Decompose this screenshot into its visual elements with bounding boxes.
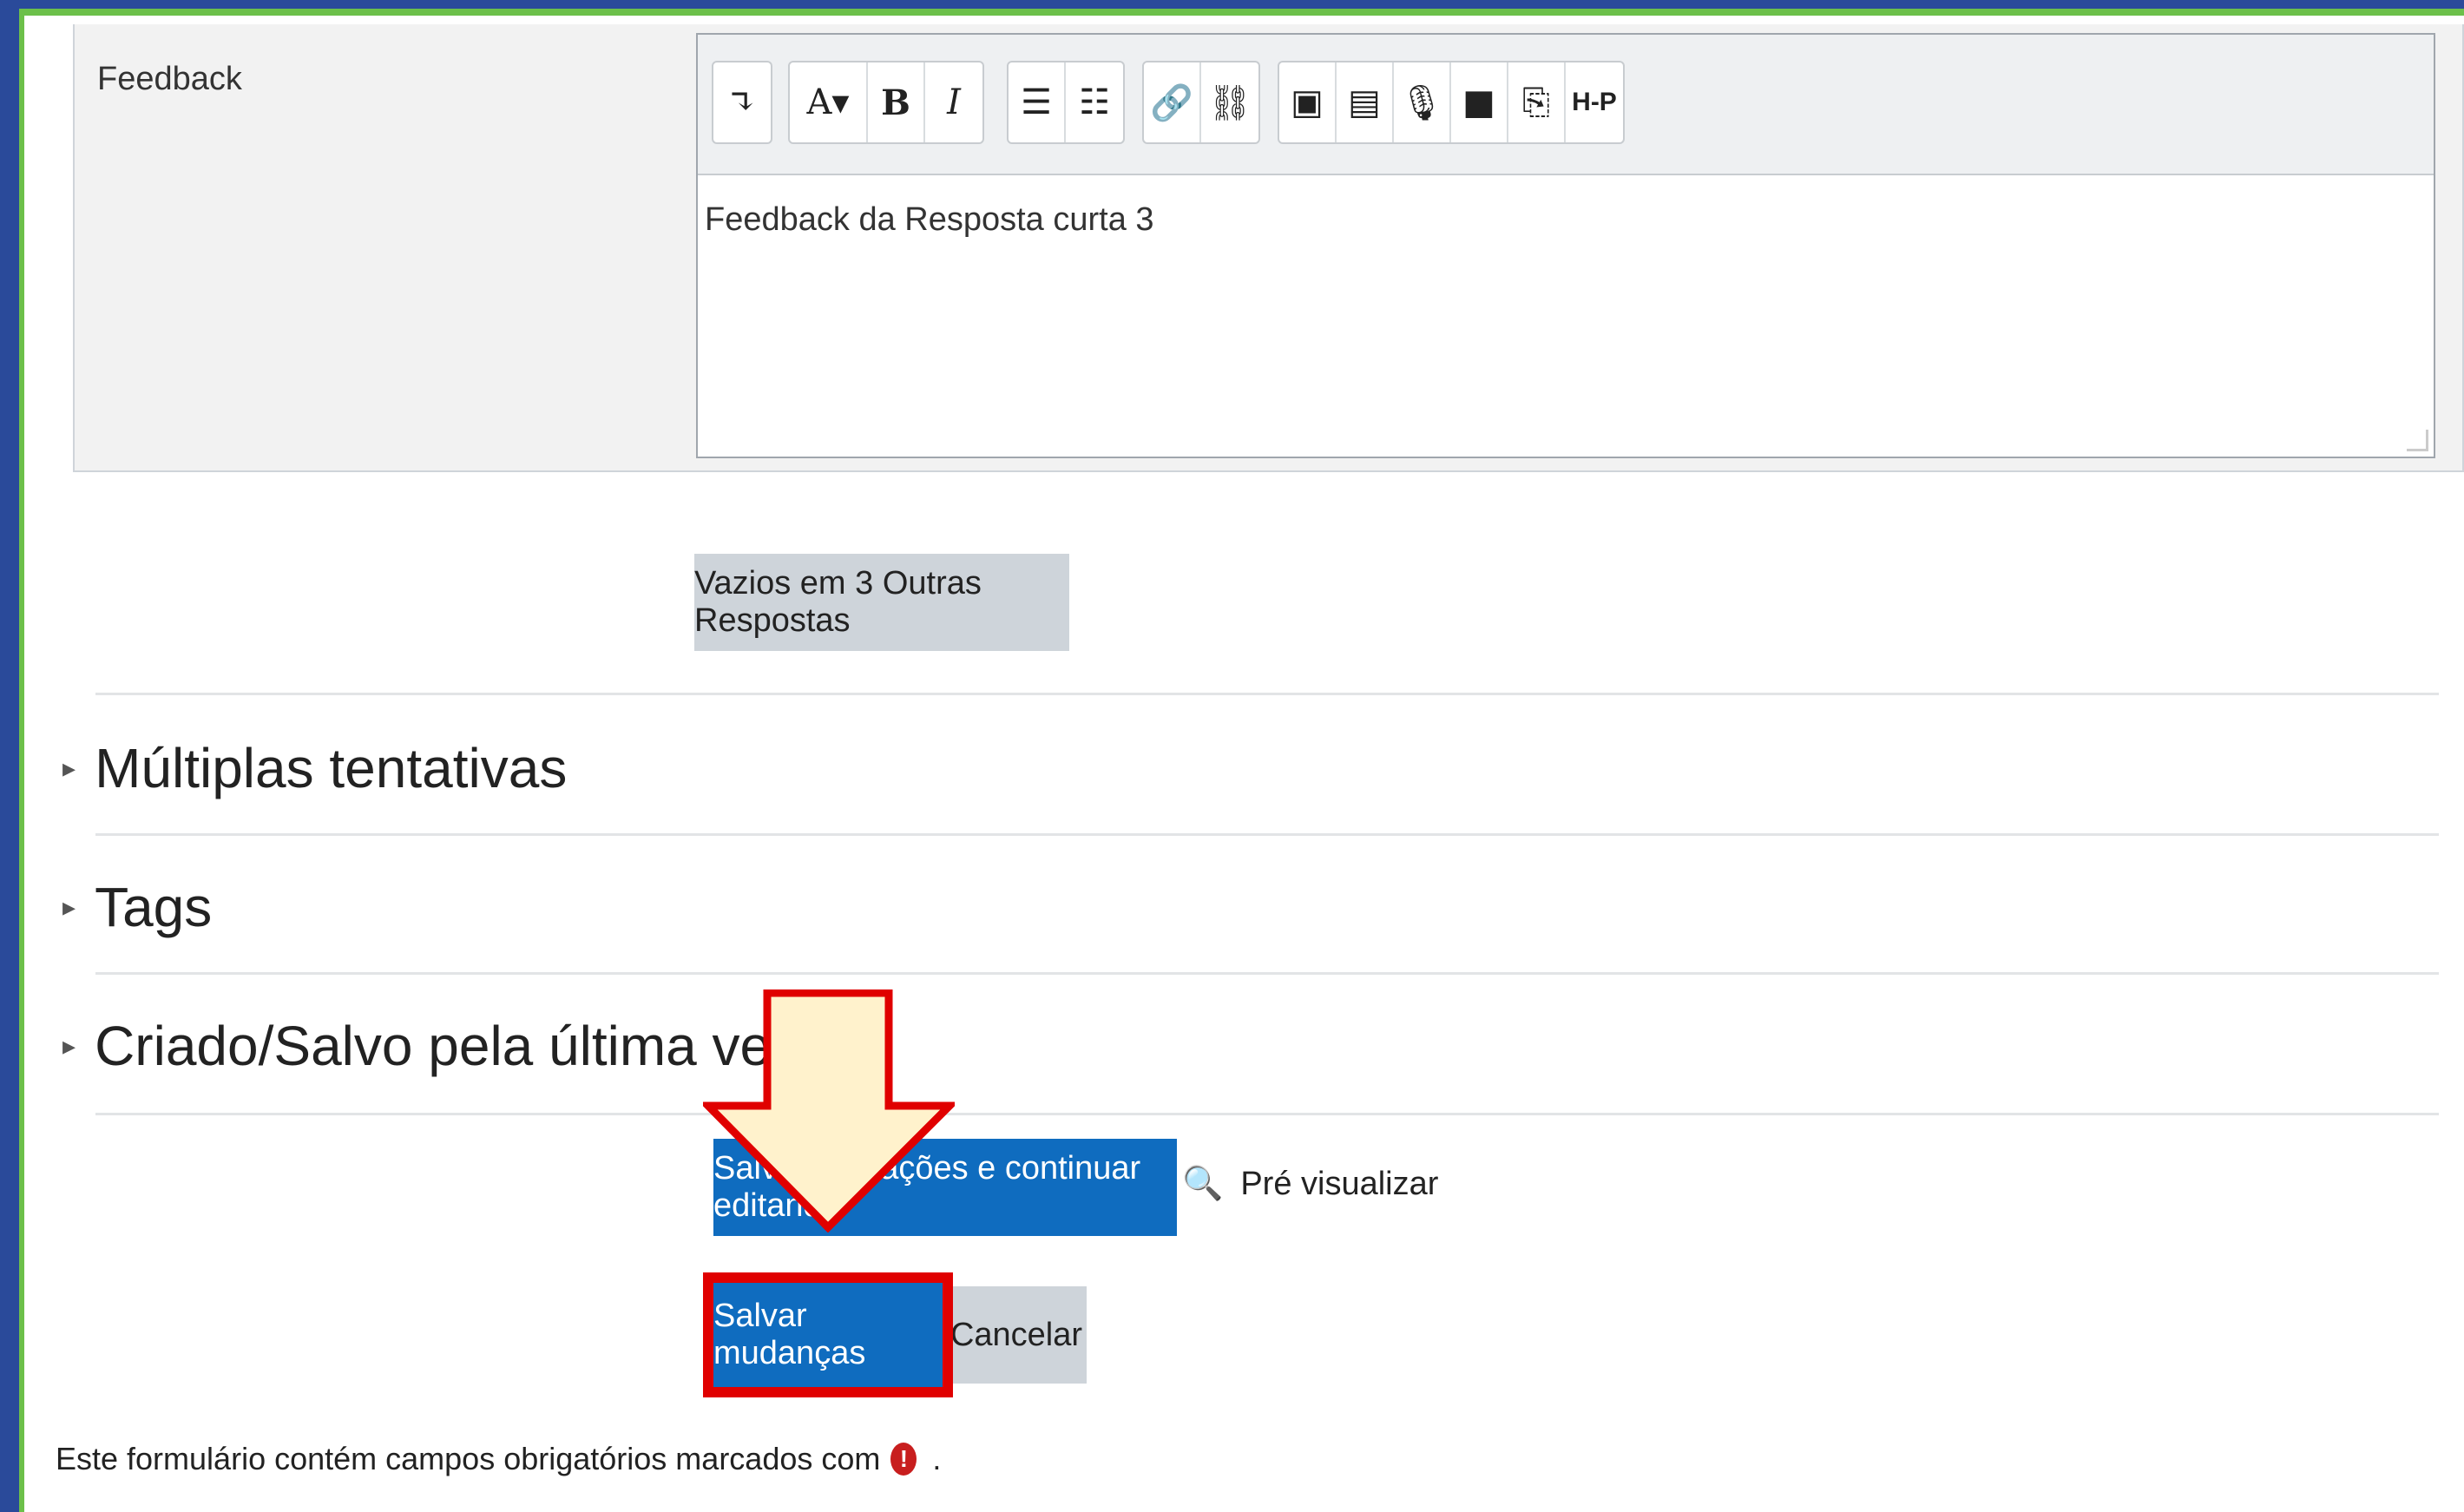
chevron-right-icon: ▸: [62, 753, 76, 783]
section-multiple-tries[interactable]: ▸ Múltiplas tentativas: [62, 736, 567, 800]
unlink-icon[interactable]: ⛓: [1201, 62, 1258, 142]
required-note: Este formulário contém campos obrigatóri…: [56, 1441, 941, 1477]
required-icon: !: [890, 1443, 917, 1476]
required-note-text: Este formulário contém campos obrigatóri…: [56, 1441, 881, 1476]
preview-link[interactable]: 🔍 Pré visualizar: [1182, 1165, 1438, 1203]
toolbar-group-media: ▣ ▤ 🎙 ■ ⎘ H-P: [1278, 61, 1625, 144]
toolbar-group-links: 🔗 ⛓: [1142, 61, 1260, 144]
italic-icon[interactable]: I: [925, 62, 982, 142]
h5p-icon[interactable]: H-P: [1566, 62, 1623, 142]
feedback-label: Feedback: [97, 61, 242, 97]
image-icon[interactable]: ▣: [1279, 62, 1337, 142]
preview-label: Pré visualizar: [1240, 1165, 1439, 1202]
magnifier-icon: 🔍: [1182, 1166, 1224, 1202]
media-icon[interactable]: ▤: [1337, 62, 1394, 142]
divider: [95, 833, 2439, 836]
editor-content[interactable]: Feedback da Resposta curta 3: [705, 201, 1154, 239]
microphone-icon[interactable]: 🎙: [1394, 62, 1451, 142]
section-title: Tags: [95, 876, 213, 938]
divider: [95, 972, 2439, 975]
chevron-right-icon: ▸: [62, 892, 76, 922]
editor-toolbar: ↴ A▾ B I ☰ ☷ 🔗 ⛓ ▣ ▤ 🎙 ■ ⎘ H-P: [698, 35, 2434, 175]
chevron-right-icon: ▸: [62, 1031, 76, 1061]
manage-files-icon[interactable]: ⎘: [1508, 62, 1566, 142]
section-title: Múltiplas tentativas: [95, 737, 568, 799]
toolbar-group-collapse: ↴: [712, 61, 772, 144]
numbered-list-icon[interactable]: ☷: [1066, 62, 1123, 142]
font-style-icon[interactable]: A▾: [790, 62, 868, 142]
link-icon[interactable]: 🔗: [1144, 62, 1201, 142]
bold-icon[interactable]: B: [868, 62, 925, 142]
add-blanks-button[interactable]: Vazios em 3 Outras Respostas: [694, 554, 1069, 651]
toolbar-group-lists: ☰ ☷: [1007, 61, 1125, 144]
toolbar-group-text: A▾ B I: [788, 61, 984, 144]
bullet-list-icon[interactable]: ☰: [1009, 62, 1066, 142]
highlight-box: [703, 1272, 953, 1397]
section-created-saved[interactable]: ▸ Criado/Salvo pela última vez: [62, 1014, 798, 1078]
required-note-end: .: [932, 1441, 942, 1476]
divider: [95, 693, 2439, 695]
feedback-editor[interactable]: ↴ A▾ B I ☰ ☷ 🔗 ⛓ ▣ ▤ 🎙 ■ ⎘ H-P Feedback …: [696, 33, 2435, 458]
collapse-icon[interactable]: ↴: [713, 62, 771, 142]
section-title: Criado/Salvo pela última vez: [95, 1015, 799, 1077]
video-camera-icon[interactable]: ■: [1451, 62, 1508, 142]
section-tags[interactable]: ▸ Tags: [62, 875, 212, 939]
divider: [95, 1113, 2439, 1115]
down-arrow-annotation: [703, 989, 955, 1233]
cancel-button[interactable]: Cancelar: [946, 1286, 1087, 1384]
resize-handle-icon[interactable]: [2407, 430, 2428, 451]
